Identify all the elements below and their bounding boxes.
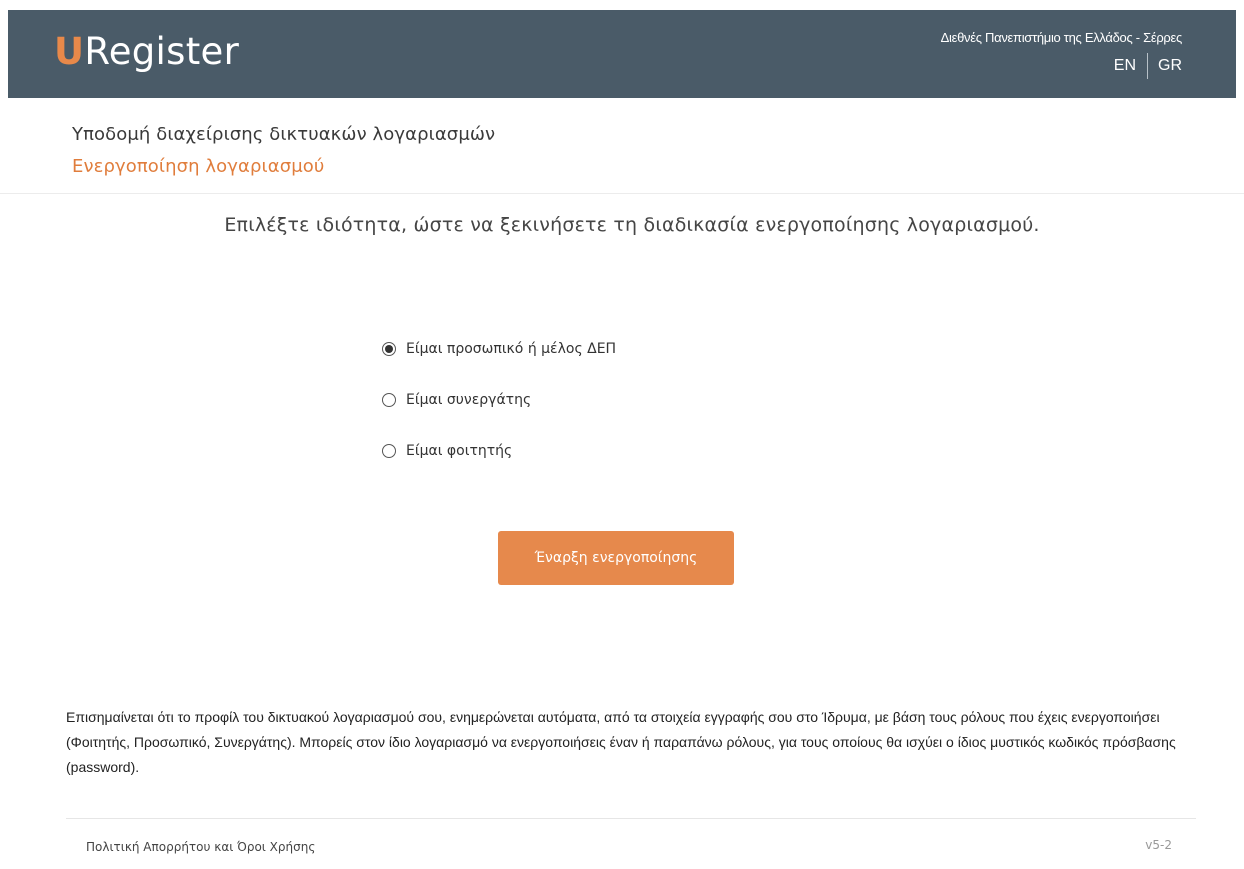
radio-student[interactable]	[382, 444, 396, 458]
logo-text: Register	[84, 29, 240, 73]
role-option-label: Είμαι φοιτητής	[406, 443, 513, 459]
notice-text: Επισημαίνεται ότι το προφίλ του δικτυακο…	[66, 709, 1176, 775]
header-divider	[0, 193, 1244, 194]
role-option-staff[interactable]: Είμαι προσωπικό ή μέλος ΔΕΠ	[382, 336, 616, 362]
language-gr-link[interactable]: GR	[1158, 57, 1182, 75]
language-en-link[interactable]: EN	[1114, 57, 1136, 75]
logo-u: U	[54, 29, 85, 73]
version-label: v5-2	[1145, 838, 1172, 852]
radio-partner[interactable]	[382, 393, 396, 407]
page-title: Υποδομή διαχείρισης δικτυακών λογαριασμώ…	[72, 124, 496, 145]
start-activation-button[interactable]: Έναρξη ενεργοποίησης	[498, 531, 734, 585]
role-option-label: Είμαι συνεργάτης	[406, 392, 532, 408]
role-options: Είμαι προσωπικό ή μέλος ΔΕΠ Είμαι συνεργ…	[382, 336, 616, 489]
uregister-logo[interactable]: U Register	[54, 26, 239, 76]
language-separator	[1147, 53, 1148, 79]
footer-divider	[66, 818, 1196, 819]
page-subtitle: Ενεργοποίηση λογαριασμού	[72, 156, 325, 177]
role-option-student[interactable]: Είμαι φοιτητής	[382, 438, 616, 464]
top-header: U Register Διεθνές Πανεπιστήμιο της Ελλάδ…	[8, 10, 1236, 98]
privacy-terms-link[interactable]: Πολιτική Απορρήτου και Όροι Χρήσης	[86, 840, 315, 854]
radio-staff[interactable]	[382, 342, 396, 356]
role-option-label: Είμαι προσωπικό ή μέλος ΔΕΠ	[406, 341, 617, 357]
institution-name: Διεθνές Πανεπιστήμιο της Ελλάδος - Σέρρε…	[940, 30, 1183, 45]
role-option-partner[interactable]: Είμαι συνεργάτης	[382, 387, 616, 413]
language-switcher: EN GR	[1114, 53, 1182, 79]
instruction-text: Επιλέξτε ιδιότητα, ώστε να ξεκινήσετε τη…	[224, 214, 1040, 236]
